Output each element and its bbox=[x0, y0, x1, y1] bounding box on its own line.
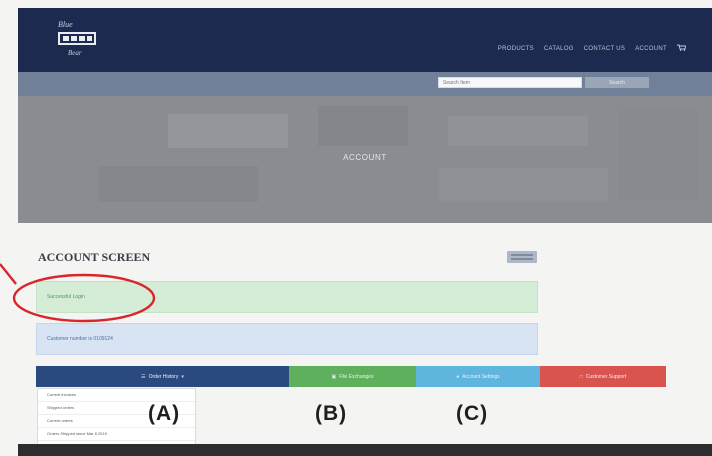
search-button[interactable]: Search bbox=[585, 77, 649, 88]
brand-logo-icon[interactable]: Blue Bear bbox=[54, 18, 110, 62]
user-icon: ● bbox=[456, 373, 460, 380]
menu-toggle-icon[interactable] bbox=[507, 251, 537, 263]
tab-b[interactable]: ▣ File Exchanges bbox=[289, 366, 416, 387]
search-bar: Search bbox=[18, 72, 712, 96]
list-icon: ☰ bbox=[141, 373, 146, 380]
tab-c-label: Account Settings bbox=[462, 373, 500, 380]
top-navbar: Blue Bear PRODUCTS CATALOG CONTACT US AC… bbox=[18, 8, 712, 72]
tab-c[interactable]: ● Account Settings bbox=[416, 366, 540, 387]
nav-link-catalog[interactable]: CATALOG bbox=[544, 46, 574, 52]
nav-link-contact-us[interactable]: CONTACT US bbox=[584, 46, 625, 52]
callout-label-c: (C) bbox=[456, 402, 489, 425]
support-icon: □ bbox=[579, 373, 583, 380]
account-tab-bar: ☰ Order History ▾ ▣ File Exchanges ● Acc… bbox=[36, 366, 666, 387]
tab-d-label: Customer Support bbox=[585, 373, 627, 380]
callout-label-b: (B) bbox=[315, 402, 348, 425]
tab-order-history-label: Order History bbox=[148, 373, 179, 380]
nav-link-account[interactable]: ACCOUNT bbox=[635, 46, 667, 52]
tab-d[interactable]: □ Customer Support bbox=[540, 366, 666, 387]
file-icon: ▣ bbox=[331, 373, 337, 380]
nav-links: PRODUCTS CATALOG CONTACT US ACCOUNT bbox=[498, 44, 687, 53]
success-alert: Successful Login bbox=[36, 281, 538, 313]
svg-text:Blue: Blue bbox=[58, 20, 73, 29]
chevron-down-icon: ▾ bbox=[181, 373, 184, 380]
hero-title: ACCOUNT bbox=[343, 153, 387, 162]
customer-info-alert: Customer number is 0109124 bbox=[36, 323, 538, 355]
tab-b-label: File Exchanges bbox=[339, 373, 374, 380]
cart-icon[interactable] bbox=[677, 44, 687, 53]
dropdown-item-orders-shipped-since[interactable]: Orders Shipped since Mar 8 2019 bbox=[38, 428, 195, 441]
nav-link-products[interactable]: PRODUCTS bbox=[498, 46, 534, 52]
search-input[interactable] bbox=[438, 77, 582, 88]
hero-banner: ACCOUNT bbox=[18, 96, 712, 223]
callout-label-a: (A) bbox=[148, 402, 181, 425]
svg-text:Bear: Bear bbox=[68, 49, 82, 57]
tab-order-history[interactable]: ☰ Order History ▾ bbox=[36, 366, 289, 387]
success-alert-text: Successful Login bbox=[47, 294, 85, 300]
screenshot-frame: Blue Bear PRODUCTS CATALOG CONTACT US AC… bbox=[0, 0, 712, 456]
dropdown-item-current-invoices[interactable]: Current invoices bbox=[38, 389, 195, 402]
customer-info-text: Customer number is 0109124 bbox=[47, 336, 113, 342]
account-screen-title: ACCOUNT SCREEN bbox=[38, 250, 151, 264]
footer-bar bbox=[18, 444, 712, 456]
